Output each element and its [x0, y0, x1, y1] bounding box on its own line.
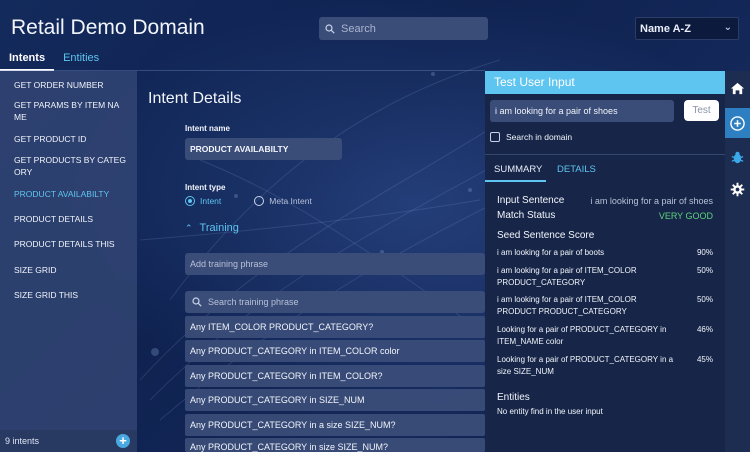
test-input-box[interactable]	[490, 100, 674, 122]
right-icon-bar	[725, 71, 750, 452]
main-tabs: Intents Entities	[0, 51, 108, 71]
gear-icon	[730, 182, 745, 196]
test-input[interactable]	[490, 100, 674, 122]
test-panel-header: Test User Input	[485, 71, 725, 94]
search-icon	[325, 23, 335, 34]
sidebar-item-get-product-id[interactable]: GET PRODUCT ID	[0, 133, 137, 145]
radio-intent[interactable]	[185, 196, 195, 206]
intent-type-label: Intent type	[185, 183, 226, 192]
sidebar-item-product-availability[interactable]: PRODUCT AVAILABILTY	[0, 188, 137, 200]
seed-sentence-row: i am looking for a pair of ITEM_COLOR PR…	[497, 294, 713, 318]
sidebar-item-get-params-by-item-name[interactable]: GET PARAMS BY ITEM NA ME	[0, 99, 137, 123]
seed-sentence-text: i am looking for a pair of ITEM_COLOR PR…	[497, 266, 637, 287]
search-in-domain-checkbox[interactable]	[490, 132, 500, 142]
home-icon	[730, 82, 745, 94]
match-status-label: Match Status	[497, 210, 556, 221]
intents-sidebar: GET ORDER NUMBER GET PARAMS BY ITEM NA M…	[0, 71, 137, 452]
seed-sentence-row: Looking for a pair of PRODUCT_CATEGORY i…	[497, 324, 713, 348]
test-button[interactable]: Test	[684, 100, 719, 121]
seed-sentence-text: Looking for a pair of PRODUCT_CATEGORY i…	[497, 355, 674, 376]
entities-title: Entities	[497, 392, 530, 403]
training-phrase-row[interactable]: Any PRODUCT_CATEGORY in ITEM_COLOR?	[185, 365, 485, 387]
chevron-up-icon: ⌃	[185, 222, 193, 233]
settings-button[interactable]	[725, 174, 750, 204]
sort-select[interactable]: Name A-Z ⌄	[635, 17, 739, 40]
global-search[interactable]	[319, 17, 488, 40]
chevron-down-icon: ⌄	[723, 22, 732, 33]
training-phrase-row[interactable]: Any PRODUCT_CATEGORY in ITEM_COLOR color	[185, 340, 485, 362]
training-phrase-search[interactable]	[185, 291, 485, 313]
app-title: Retail Demo Domain	[11, 16, 205, 39]
add-training-phrase[interactable]	[185, 253, 485, 275]
search-icon	[192, 297, 202, 307]
sort-select-value: Name A-Z	[640, 22, 691, 35]
sidebar-footer: 9 intents +	[0, 430, 137, 452]
training-phrase-row[interactable]: Any PRODUCT_CATEGORY in SIZE_NUM	[185, 389, 485, 411]
training-phrase-search-input[interactable]	[208, 297, 468, 307]
radio-meta-intent[interactable]	[254, 196, 265, 206]
tab-summary[interactable]: SUMMARY	[494, 164, 542, 175]
search-input[interactable]	[341, 22, 481, 35]
seed-sentence-row: i am looking for a pair of boots 90%	[497, 247, 713, 259]
seed-sentence-score: 90%	[696, 248, 713, 257]
seed-sentence-text: i am looking for a pair of ITEM_COLOR PR…	[497, 295, 637, 316]
intent-name-label: Intent name	[185, 124, 230, 133]
add-training-phrase-input[interactable]	[185, 253, 485, 275]
bug-icon	[731, 151, 744, 163]
seed-sentence-score: 50%	[696, 295, 713, 304]
seed-sentence-score: 50%	[696, 266, 713, 275]
sidebar-item-product-details-this[interactable]: PRODUCT DETAILS THIS	[0, 238, 137, 250]
seed-sentence-row: i am looking for a pair of ITEM_COLOR PR…	[497, 265, 713, 289]
input-sentence-value: i am looking for a pair of shoes	[590, 196, 713, 206]
match-status-value: VERY GOOD	[658, 211, 713, 221]
seed-sentence-text: Looking for a pair of PRODUCT_CATEGORY i…	[497, 325, 667, 346]
seed-sentence-row: Looking for a pair of PRODUCT_CATEGORY i…	[497, 354, 713, 378]
add-icon	[730, 115, 745, 131]
tab-entities[interactable]: Entities	[54, 51, 108, 71]
page-title: Intent Details	[148, 90, 242, 107]
intent-type-radio-group: Intent Meta Intent	[185, 196, 312, 206]
active-tab-indicator	[485, 180, 546, 182]
radio-meta-intent-label: Meta Intent	[269, 196, 312, 206]
add-button[interactable]	[725, 108, 750, 138]
sidebar-item-size-grid-this[interactable]: SIZE GRID THIS	[0, 289, 137, 301]
tab-details[interactable]: DETAILS	[557, 164, 596, 175]
training-label: Training	[199, 222, 239, 234]
sidebar-item-product-details[interactable]: PRODUCT DETAILS	[0, 213, 137, 225]
radio-intent-label: Intent	[200, 196, 222, 206]
sidebar-item-get-order-number[interactable]: GET ORDER NUMBER	[0, 79, 137, 91]
training-section-toggle[interactable]: ⌃ Training	[185, 222, 239, 234]
search-in-domain-row[interactable]: Search in domain	[490, 132, 572, 142]
training-phrase-row[interactable]: Any ITEM_COLOR PRODUCT_CATEGORY?	[185, 316, 485, 338]
input-sentence-label: Input Sentence	[497, 195, 565, 206]
training-phrase-row[interactable]: Any PRODUCT_CATEGORY in size SIZE_NUM?	[185, 438, 485, 452]
sidebar-item-get-products-by-category[interactable]: GET PRODUCTS BY CATEG ORY	[0, 154, 137, 178]
debug-button[interactable]	[725, 142, 750, 172]
test-panel: Test User Input Test Search in domain SU…	[485, 71, 725, 452]
panel-divider	[485, 154, 725, 155]
intent-count: 9 intents	[5, 436, 40, 446]
sidebar-item-size-grid[interactable]: SIZE GRID	[0, 264, 137, 276]
entities-empty-message: No entity find in the user input	[497, 407, 603, 416]
add-intent-button[interactable]: +	[116, 434, 130, 448]
seed-score-title: Seed Sentence Score	[497, 230, 595, 241]
training-phrase-row[interactable]: Any PRODUCT_CATEGORY in a size SIZE_NUM?	[185, 414, 485, 436]
seed-sentence-text: i am looking for a pair of boots	[497, 248, 605, 257]
home-button[interactable]	[725, 73, 750, 103]
seed-sentence-score: 45%	[696, 355, 713, 364]
intent-name-field[interactable]: PRODUCT AVAILABILTY	[185, 138, 342, 160]
tab-intents[interactable]: Intents	[0, 51, 55, 71]
seed-sentence-score: 46%	[696, 325, 713, 334]
search-in-domain-label: Search in domain	[506, 132, 573, 142]
